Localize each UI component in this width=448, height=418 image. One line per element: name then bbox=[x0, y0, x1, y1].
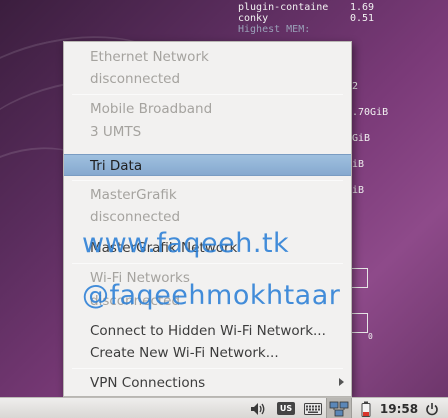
conky-process-name: plugin-containe bbox=[238, 2, 329, 13]
menu-item-tri-data[interactable]: Tri Data bbox=[64, 154, 351, 176]
system-panel: US 19:58 bbox=[0, 397, 448, 418]
conky-side-value: GiB bbox=[352, 133, 371, 144]
keyboard-layout-label: US bbox=[276, 402, 296, 415]
clock-time: 19:58 bbox=[379, 401, 419, 416]
conky-section-label: Highest MEM: bbox=[238, 24, 311, 35]
conky-process-row: plugin-containe 1.69 bbox=[238, 2, 448, 13]
conky-process-row: conky 0.51 bbox=[238, 13, 448, 24]
watermark-site: www.faqeeh.tk bbox=[82, 228, 290, 259]
menu-separator bbox=[72, 94, 343, 95]
submenu-arrow-icon bbox=[339, 378, 344, 386]
watermark-handle: @faqeehmokhtaar bbox=[82, 280, 341, 311]
menu-item-create-new-wifi[interactable]: Create New Wi-Fi Network... bbox=[64, 342, 351, 364]
menu-separator bbox=[72, 368, 343, 369]
conky-graph-zero: 0 bbox=[368, 332, 373, 341]
menu-item-mastergrafik-status: disconnected bbox=[90, 209, 181, 225]
network-icon[interactable] bbox=[326, 398, 352, 418]
menu-item-connect-hidden-wifi[interactable]: Connect to Hidden Wi-Fi Network... bbox=[64, 320, 351, 342]
conky-process-name: conky bbox=[238, 13, 269, 24]
conky-process-value: 1.69 bbox=[350, 2, 375, 13]
conky-side-value: iB bbox=[352, 185, 365, 196]
menu-item-mobile-status: 3 UMTS bbox=[90, 124, 142, 140]
menu-item-vpn-connections[interactable]: VPN Connections bbox=[64, 372, 351, 394]
menu-item-mastergrafik: MasterGrafik bbox=[90, 187, 177, 203]
battery-icon[interactable] bbox=[358, 398, 374, 418]
conky-widget: plugin-containe 1.69 conky 0.51 Highest … bbox=[238, 2, 448, 35]
conky-graph-box bbox=[352, 313, 368, 333]
menu-item-ethernet-status: disconnected bbox=[90, 71, 181, 87]
menu-item-vpn-label: VPN Connections bbox=[90, 375, 206, 391]
keyboard-layout-icon[interactable]: US bbox=[274, 398, 298, 418]
menu-item-mobile-broadband: Mobile Broadband bbox=[90, 101, 213, 117]
conky-process-value: 0.51 bbox=[350, 13, 375, 24]
conky-side-value: 2 bbox=[352, 81, 359, 92]
network-menu: Ethernet Network disconnected Mobile Bro… bbox=[63, 41, 352, 397]
volume-icon[interactable] bbox=[247, 398, 269, 418]
clock[interactable]: 19:58 bbox=[378, 398, 420, 418]
keyboard-icon[interactable] bbox=[302, 398, 324, 418]
menu-separator bbox=[72, 263, 343, 264]
conky-side-value: .70GiB bbox=[352, 107, 389, 118]
menu-item-ethernet-network: Ethernet Network bbox=[90, 49, 209, 65]
power-icon[interactable] bbox=[422, 398, 442, 418]
conky-side-value: iB bbox=[352, 159, 365, 170]
menu-separator bbox=[72, 180, 343, 181]
conky-graph-box bbox=[352, 268, 368, 288]
